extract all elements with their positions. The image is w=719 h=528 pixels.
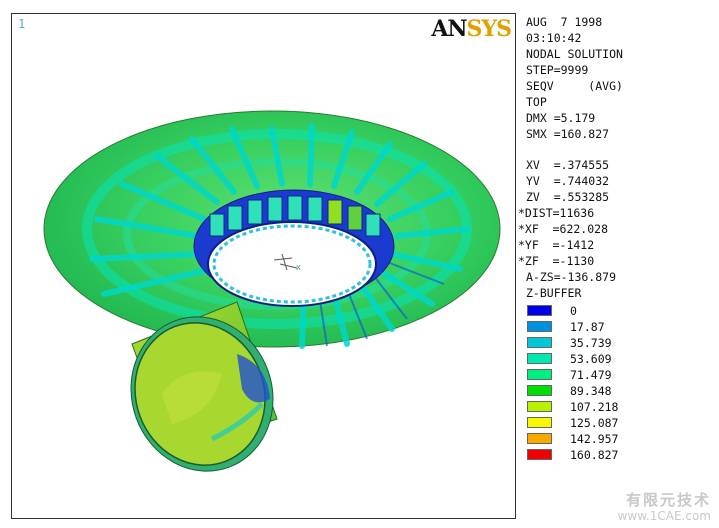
zv-value: ZV =.553285 <box>526 190 610 204</box>
legend-label: 107.218 <box>570 400 619 414</box>
legend-swatch <box>527 321 552 332</box>
legend-label: 125.087 <box>570 416 619 430</box>
xv-value: XV =.374555 <box>526 158 610 172</box>
dmx-value: DMX =5.179 <box>526 111 596 125</box>
result-item: SEQV (AVG) <box>526 79 623 93</box>
legend-label: 160.827 <box>570 448 619 462</box>
zbuffer-text: Z-BUFFER <box>526 286 582 300</box>
legend-label: 0 <box>570 304 577 318</box>
dist-value: *DIST=11636 <box>518 206 595 220</box>
legend-swatch <box>527 433 552 444</box>
legend-swatch <box>527 337 552 348</box>
spiral-casing-model: X <box>43 110 501 472</box>
legend-row: 89.348 <box>516 383 716 399</box>
legend-swatch <box>527 385 552 396</box>
legend-label: 142.957 <box>570 432 619 446</box>
step-text: STEP=9999 <box>526 63 589 77</box>
legend-swatch <box>527 305 552 316</box>
legend-row: 53.609 <box>516 351 716 367</box>
graphics-viewport[interactable]: 1 X ANSYS <box>11 13 516 519</box>
contour-legend: 0 17.87 35.739 53.609 71.479 89.348 107.218 125… <box>516 303 716 463</box>
legend-row: 125.087 <box>516 415 716 431</box>
xf-value: *XF =622.028 <box>518 222 609 236</box>
legend-row: 35.739 <box>516 335 716 351</box>
legend-label: 17.87 <box>570 320 605 334</box>
legend-label: 89.348 <box>570 384 612 398</box>
ansys-logo: ANSYS <box>431 16 512 42</box>
zf-value: *ZF =-1130 <box>518 254 595 268</box>
legend-swatch <box>527 401 552 412</box>
azs-value: A-ZS=-136.879 <box>526 270 617 284</box>
smx-value: SMX =160.827 <box>526 127 610 141</box>
axis-x-label: X <box>296 264 301 272</box>
watermark: 有限元技术 www.1CAE.com <box>617 491 711 523</box>
legend-row: 71.479 <box>516 367 716 383</box>
yf-value: *YF =-1412 <box>518 238 595 252</box>
legend-row: 142.957 <box>516 431 716 447</box>
legend-row: 107.218 <box>516 399 716 415</box>
legend-label: 71.479 <box>570 368 612 382</box>
legend-swatch <box>527 417 552 428</box>
legend-label: 53.609 <box>570 352 612 366</box>
legend-row: 17.87 <box>516 319 716 335</box>
legend-swatch <box>527 353 552 364</box>
legend-row: 160.827 <box>516 447 716 463</box>
date-text: AUG 7 1998 <box>526 15 603 29</box>
legend-swatch <box>527 369 552 380</box>
legend-swatch <box>527 449 552 460</box>
legend-row: 0 <box>516 303 716 319</box>
solution-type: NODAL SOLUTION <box>526 47 623 61</box>
legend-label: 35.739 <box>570 336 612 350</box>
time-text: 03:10:42 <box>526 31 582 45</box>
info-panel: AUG 7 1998 03:10:42 NODAL SOLUTION STEP=… <box>516 14 716 463</box>
yv-value: YV =.744032 <box>526 174 610 188</box>
view-name: TOP <box>526 95 547 109</box>
